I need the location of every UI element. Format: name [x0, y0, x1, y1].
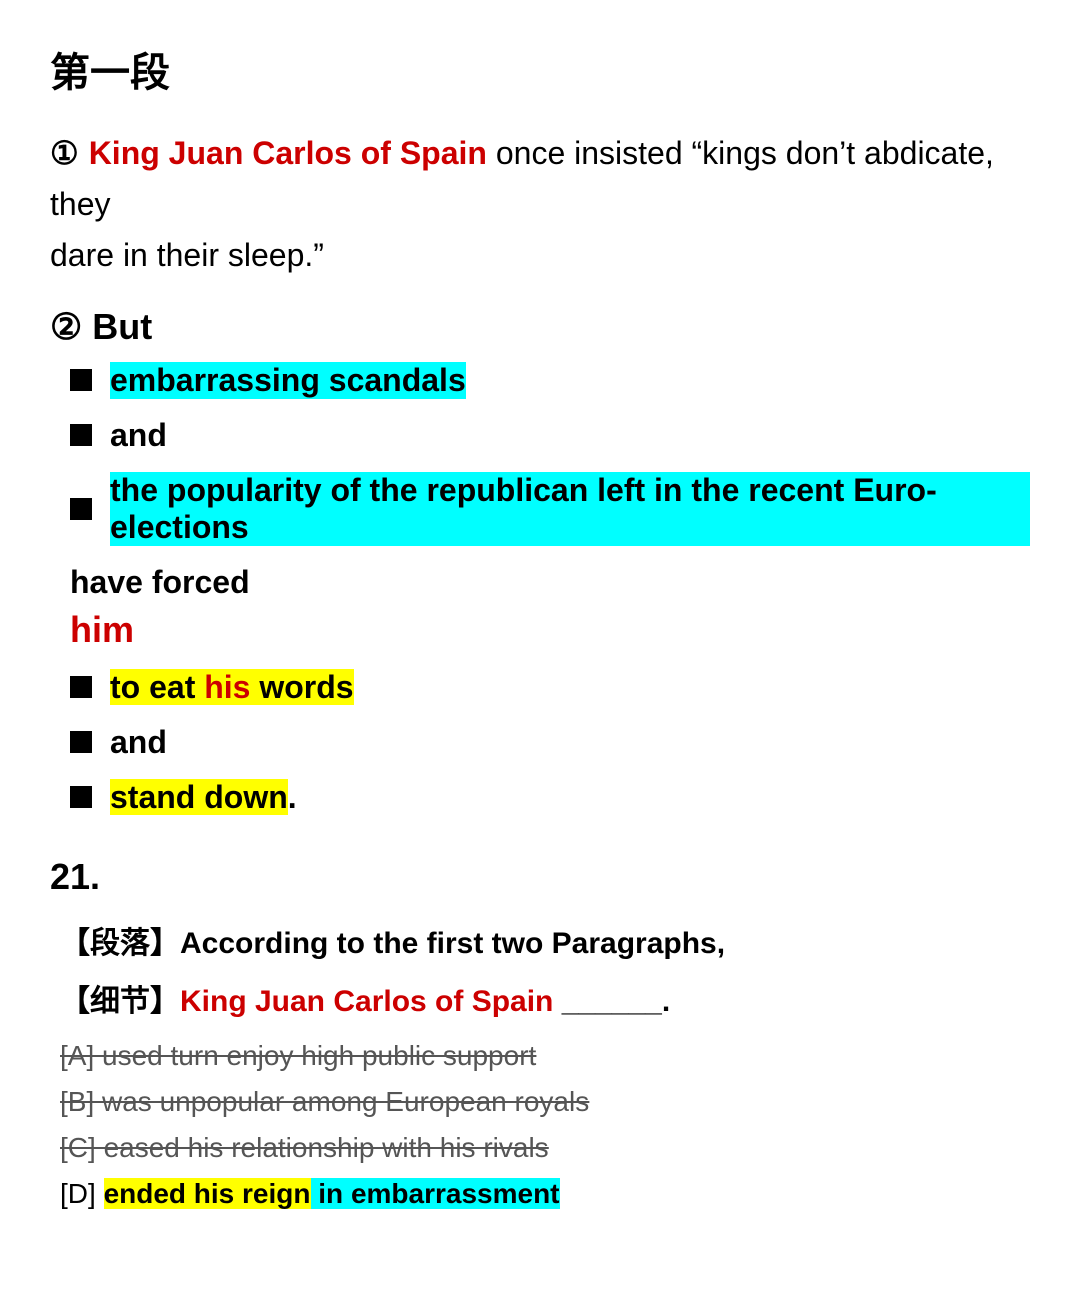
question-num: 21.	[50, 856, 1030, 898]
para2-but: But	[92, 300, 152, 354]
choice-a: [A] used turn enjoy high public support	[60, 1040, 1030, 1072]
and1-text: and	[110, 417, 167, 454]
bracket-duan: 【段落】According to the first two Paragraph…	[60, 918, 1030, 962]
bullet-2: the popularity of the republican left in…	[70, 472, 1030, 546]
bullet-square-and1	[70, 424, 92, 446]
bullet-square-2	[70, 498, 92, 520]
bracket-xi-red: King Juan Carlos of Spain	[180, 985, 553, 1018]
para1-line2: dare in their sleep.”	[50, 237, 324, 273]
choice-d-prefix: ended his reign	[104, 1178, 311, 1209]
choice-c: [C] eased his relationship with his riva…	[60, 1132, 1030, 1164]
choice-a-bracket: [A]	[60, 1040, 102, 1071]
and-2: and	[70, 724, 1030, 761]
bullet-square-1	[70, 369, 92, 391]
bullet3-red: his	[204, 669, 250, 705]
choice-d-suffix: in embarrassment	[311, 1178, 560, 1209]
bullet-square-and2	[70, 731, 92, 753]
bullet-1: embarrassing scandals	[70, 362, 1030, 399]
bullet-square-3	[70, 676, 92, 698]
bracket-duan-label: 【段落】	[60, 927, 180, 960]
para2-num: ②	[50, 300, 82, 354]
bracket-xi: 【细节】King Juan Carlos of Spain ______.	[60, 976, 1030, 1020]
bracket-xi-suffix: ______.	[553, 985, 670, 1018]
and-1: and	[70, 417, 1030, 454]
bracket-xi-label: 【细节】	[60, 985, 180, 1018]
choice-b-bracket: [B]	[60, 1086, 102, 1117]
para1-num: ①	[50, 135, 79, 171]
have-forced: have forced	[70, 564, 1030, 601]
paragraph-2: ② But	[50, 300, 1030, 354]
choice-a-text: used turn enjoy high public support	[102, 1040, 536, 1071]
bullet-4: stand down.	[70, 779, 1030, 816]
bullet4-highlighted: stand down	[110, 779, 288, 815]
him-text: him	[70, 609, 1030, 651]
choice-d: [D] ended his reign in embarrassment	[60, 1178, 1030, 1210]
choice-c-text: eased his relationship with his rivals	[104, 1132, 549, 1163]
bullet4-text: stand down.	[110, 779, 297, 816]
choice-d-bracket: [D]	[60, 1178, 104, 1209]
bullet4-period: .	[288, 779, 297, 815]
and2-text: and	[110, 724, 167, 761]
bullet-3: to eat his words	[70, 669, 1030, 706]
section-title: 第一段	[50, 40, 1030, 98]
king-name-para1: King Juan Carlos of Spain	[89, 135, 487, 171]
bullet3-prefix: to eat	[110, 669, 204, 705]
bracket-duan-text: According to the first two Paragraphs,	[180, 927, 725, 960]
bullet3-content: to eat his words	[110, 669, 354, 706]
choice-c-bracket: [C]	[60, 1132, 104, 1163]
choice-b-text: was unpopular among European royals	[102, 1086, 589, 1117]
paragraph-1: ①King Juan Carlos of Spain once insisted…	[50, 128, 1030, 282]
bullet1-text: embarrassing scandals	[110, 362, 466, 399]
bullet3-suffix: words	[250, 669, 353, 705]
choice-b: [B] was unpopular among European royals	[60, 1086, 1030, 1118]
bullet2-text: the popularity of the republican left in…	[110, 472, 1030, 546]
bullet-square-4	[70, 786, 92, 808]
